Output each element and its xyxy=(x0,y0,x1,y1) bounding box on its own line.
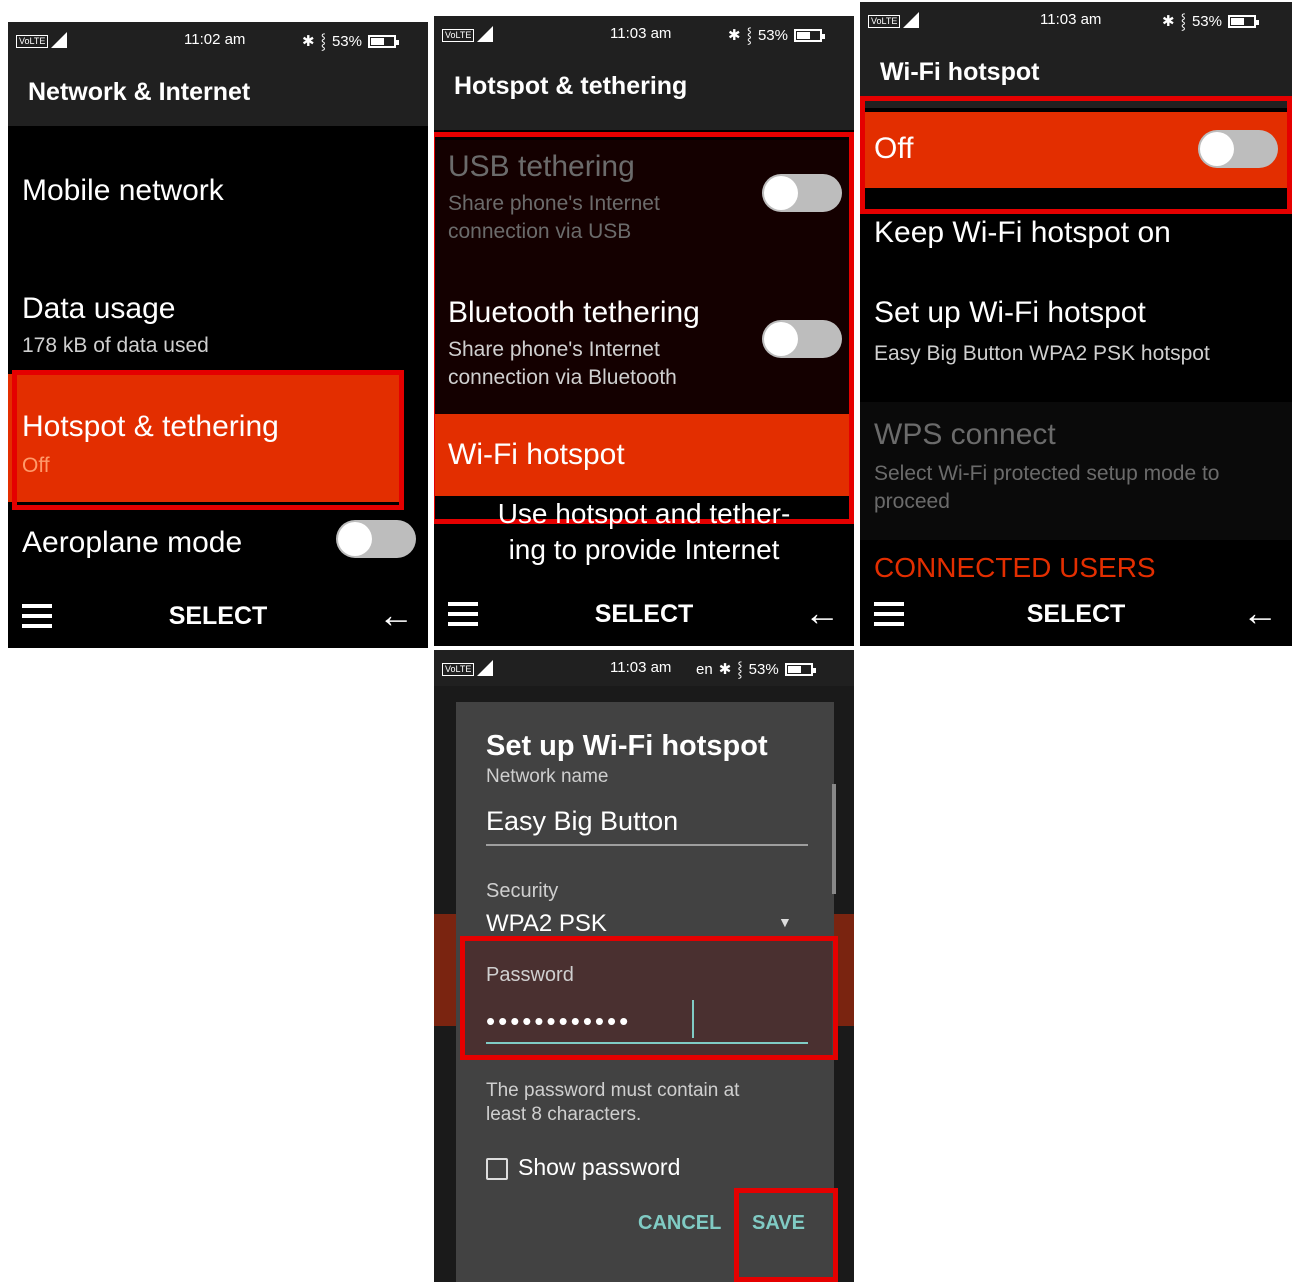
battery-percent: 53% xyxy=(748,660,779,678)
scrollbar[interactable] xyxy=(832,784,836,894)
item-subtitle: Select Wi-Fi protected setup mode to xyxy=(874,462,1220,485)
highlight-box xyxy=(460,936,838,1060)
network-name-underline xyxy=(486,844,808,846)
highlight-box xyxy=(860,96,1292,214)
bluetooth-icon: ✱ xyxy=(302,33,315,50)
screen-setup-hotspot-dialog: VoLTE 11:03 am en ✱ ⸾ 53% Set up Wi-Fi hots… xyxy=(434,650,854,1282)
volte-icon: VoLTE xyxy=(442,29,475,42)
bluetooth-icon: ✱ xyxy=(728,27,741,44)
volte-icon: VoLTE xyxy=(868,15,901,28)
highlight-box xyxy=(434,132,854,524)
battery-icon xyxy=(367,34,399,48)
signal-icon xyxy=(477,26,494,42)
section-header-connected-users: CONNECTED USERS xyxy=(874,552,1156,583)
battery-percent: 53% xyxy=(331,32,362,50)
password-hint: least 8 characters. xyxy=(486,1104,642,1125)
signal-icon xyxy=(477,660,494,676)
dialog-title: Set up Wi-Fi hotspot xyxy=(486,730,768,762)
list-item-mobile-network[interactable]: Mobile network xyxy=(8,126,428,244)
signal-icon xyxy=(51,32,68,48)
status-bar: VoLTE 11:03 am en ✱ ⸾ 53% xyxy=(434,650,854,686)
select-softkey[interactable]: SELECT xyxy=(860,600,1292,629)
password-hint: The password must contain at xyxy=(486,1080,740,1101)
battery-percent: 53% xyxy=(757,26,788,44)
vibrate-icon: ⸾ xyxy=(737,661,743,678)
select-softkey[interactable]: SELECT xyxy=(434,600,854,629)
back-arrow-icon[interactable]: ← xyxy=(1242,592,1278,634)
status-time: 11:03 am xyxy=(610,25,672,42)
list-item-aeroplane-mode[interactable]: Aeroplane mode xyxy=(8,512,428,586)
softkey-bar: SELECT ← xyxy=(8,586,428,648)
vibrate-icon: ⸾ xyxy=(1180,13,1186,30)
status-bar: VoLTE 11:03 am ✱ ⸾ 53% xyxy=(434,16,854,52)
highlight-box xyxy=(734,1188,838,1282)
battery-icon xyxy=(793,28,825,42)
screen-hotspot-tethering: VoLTE 11:03 am ✱ ⸾ 53% Hotspot & tethering… xyxy=(434,16,854,646)
back-arrow-icon[interactable]: ← xyxy=(804,592,840,634)
item-subtitle: Easy Big Button WPA2 PSK hotspot xyxy=(874,342,1210,365)
item-title: WPS connect xyxy=(874,418,1056,451)
list-item-setup-hotspot[interactable]: Set up Wi-Fi hotspot Easy Big Button WPA… xyxy=(860,282,1292,386)
item-title: Set up Wi-Fi hotspot xyxy=(874,296,1146,329)
footer-line: Use hotspot and tether- xyxy=(497,498,791,529)
security-label: Security xyxy=(486,880,559,902)
status-time: 11:03 am xyxy=(610,659,672,676)
list-item-data-usage[interactable]: Data usage 178 kB of data used xyxy=(8,244,428,362)
battery-percent: 53% xyxy=(1191,12,1222,30)
vibrate-icon: ⸾ xyxy=(320,33,326,50)
status-bar: VoLTE 11:02 am ✱ ⸾ 53% xyxy=(8,22,428,58)
page-header: Hotspot & tethering xyxy=(434,52,854,130)
cancel-button[interactable]: CANCEL xyxy=(638,1212,721,1235)
list-item-keep-hotspot-on[interactable]: Keep Wi-Fi hotspot on xyxy=(860,210,1292,272)
bluetooth-icon: ✱ xyxy=(1162,13,1175,30)
footer-line: ing to provide Internet xyxy=(508,534,780,565)
security-select[interactable]: WPA2 PSK xyxy=(486,910,607,938)
vibrate-icon: ⸾ xyxy=(746,27,752,44)
screen-wifi-hotspot: VoLTE 11:03 am ✱ ⸾ 53% Wi-Fi hotspot Off K… xyxy=(860,2,1292,646)
screen-network-internet: VoLTE 11:02 am ✱ ⸾ 53% Network & Internet … xyxy=(8,22,428,648)
list-item-wps-connect[interactable]: WPS connect Select Wi-Fi protected setup… xyxy=(860,402,1292,540)
footer-description: Use hotspot and tether- ing to provide I… xyxy=(434,498,854,568)
item-subtitle: proceed xyxy=(874,490,950,513)
volte-icon: VoLTE xyxy=(16,35,49,48)
page-title: Hotspot & tethering xyxy=(454,72,688,100)
item-title: Keep Wi-Fi hotspot on xyxy=(874,216,1171,249)
back-arrow-icon[interactable]: ← xyxy=(378,594,414,636)
item-title: Mobile network xyxy=(22,174,224,207)
softkey-bar: SELECT ← xyxy=(860,584,1292,646)
item-title: Data usage xyxy=(22,292,176,325)
signal-icon xyxy=(903,12,920,28)
status-time: 11:02 am xyxy=(184,31,246,48)
page-title: Wi-Fi hotspot xyxy=(880,58,1040,86)
show-password-label: Show password xyxy=(518,1154,681,1180)
show-password-checkbox[interactable] xyxy=(486,1158,508,1180)
dropdown-arrow-icon[interactable]: ▼ xyxy=(778,914,792,930)
item-subtitle: 178 kB of data used xyxy=(22,334,209,357)
page-title: Network & Internet xyxy=(28,78,251,106)
aeroplane-toggle[interactable] xyxy=(336,520,416,558)
network-name-input[interactable]: Easy Big Button xyxy=(486,806,678,837)
select-softkey[interactable]: SELECT xyxy=(8,602,428,631)
bluetooth-icon: ✱ xyxy=(718,661,732,678)
item-title: Aeroplane mode xyxy=(22,526,243,559)
network-name-label: Network name xyxy=(486,766,609,787)
battery-icon xyxy=(784,662,816,676)
page-header: Network & Internet xyxy=(8,58,428,126)
highlight-box xyxy=(12,370,404,510)
volte-icon: VoLTE xyxy=(442,663,475,676)
language-indicator: en xyxy=(696,660,713,678)
battery-icon xyxy=(1227,14,1259,28)
status-bar: VoLTE 11:03 am ✱ ⸾ 53% xyxy=(860,2,1292,38)
softkey-bar: SELECT ← xyxy=(434,584,854,646)
status-time: 11:03 am xyxy=(1040,11,1102,28)
